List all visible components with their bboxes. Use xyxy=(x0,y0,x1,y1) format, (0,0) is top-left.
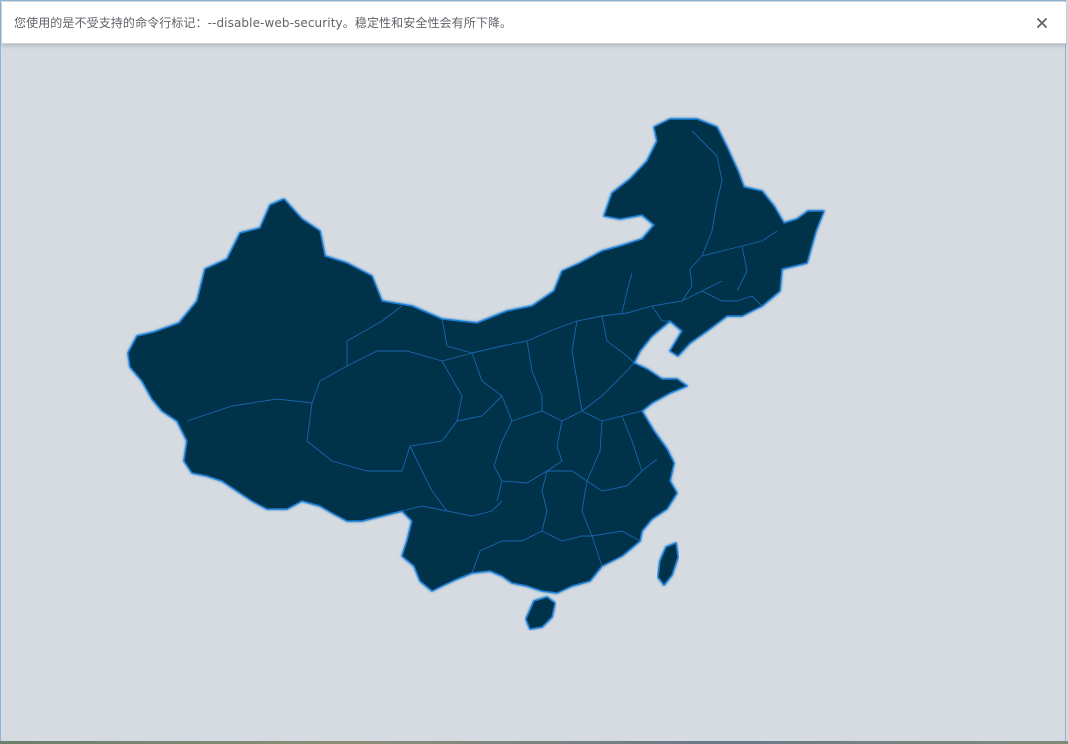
infobar-message: 您使用的是不受支持的命令行标记：--disable-web-security。稳… xyxy=(14,16,513,30)
hainan-island-shape[interactable] xyxy=(525,596,556,630)
close-icon xyxy=(1037,18,1047,28)
unsupported-flag-infobar: 您使用的是不受支持的命令行标记：--disable-web-security。稳… xyxy=(2,2,1066,44)
browser-window: 您使用的是不受支持的命令行标记：--disable-web-security。稳… xyxy=(0,0,1066,742)
infobar-close-button[interactable] xyxy=(1032,13,1052,33)
china-map[interactable] xyxy=(2,45,1066,741)
taiwan-island-shape[interactable] xyxy=(657,541,679,587)
map-canvas[interactable] xyxy=(2,45,1066,741)
